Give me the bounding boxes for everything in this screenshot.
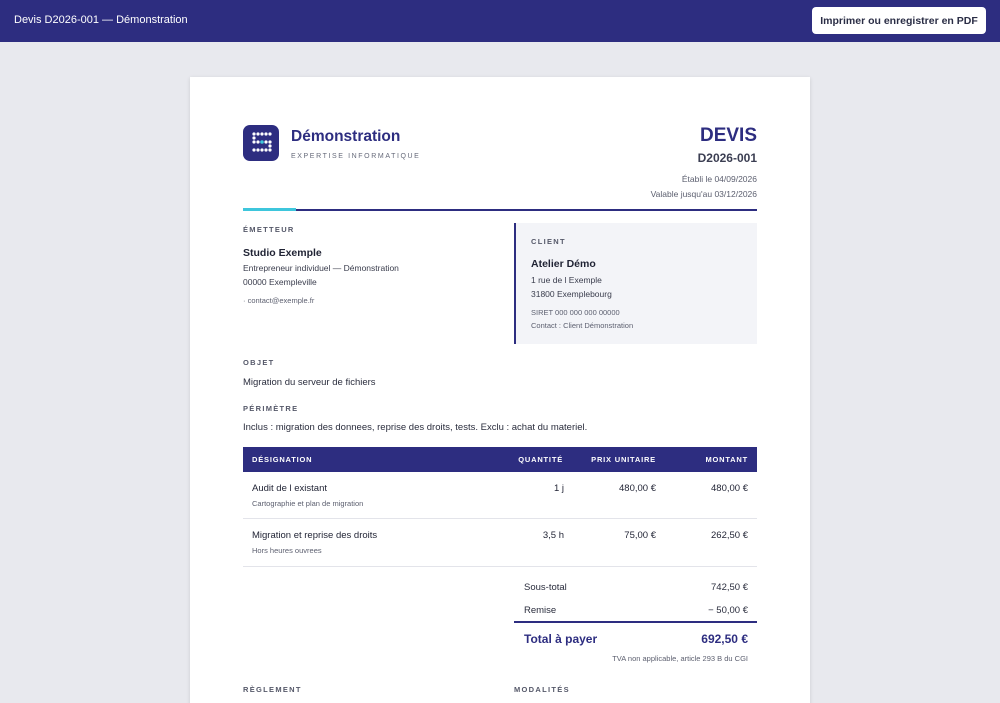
client-name: Atelier Démo (531, 258, 596, 270)
discount-label: Remise (524, 605, 557, 616)
column-header-unit-price: PRIX UNITAIRE (591, 455, 656, 464)
discount-value: − 50,00 € (708, 605, 748, 616)
terms-label: MODALITÉS (514, 685, 570, 694)
validity-date: Valable jusqu'au 03/12/2026 (650, 189, 757, 199)
column-header-quantity: QUANTITÉ (518, 455, 563, 464)
object-text: Migration du serveur de fichiers (243, 377, 376, 388)
header-rule (296, 209, 757, 211)
object-label: OBJET (243, 358, 275, 367)
issue-date: Établi le 04/09/2026 (681, 174, 757, 184)
payment-label: RÈGLEMENT (243, 685, 302, 694)
column-header-designation: DÉSIGNATION (252, 455, 313, 464)
vat-note: TVA non applicable, article 293 B du CGI (612, 654, 748, 663)
top-bar: Devis D2026-001 — Démonstration Imprimer… (0, 0, 1000, 42)
client-street: 1 rue de l Exemple (531, 275, 602, 285)
row-2-amount: 262,50 € (711, 530, 748, 541)
row-2-title: Migration et reprise des droits (252, 530, 378, 541)
document-type: DEVIS (699, 125, 757, 146)
row-2-unit-price: 75,00 € (624, 530, 656, 541)
emitter-contact: · contact@exemple.fr (243, 296, 315, 305)
client-siret: SIRET 000 000 000 00000 (531, 308, 620, 317)
row-separator (243, 566, 757, 567)
emitter-status: Entrepreneur individuel — Démonstration (243, 263, 399, 273)
row-2-subtitle: Hors heures ouvrees (252, 546, 322, 555)
emitter-label: ÉMETTEUR (243, 225, 295, 234)
client-city: 31800 Exemplebourg (531, 289, 612, 299)
header-rule-accent (243, 208, 296, 211)
window-title: Devis D2026-001 — Démonstration (14, 14, 188, 26)
company-name: Démonstration (291, 128, 401, 145)
print-pdf-button[interactable]: Imprimer ou enregistrer en PDF (812, 7, 986, 34)
total-label: Total à payer (524, 632, 598, 646)
scope-label: PÉRIMÈTRE (243, 404, 299, 413)
column-header-amount: MONTANT (705, 455, 748, 464)
row-1-subtitle: Cartographie et plan de migration (252, 499, 364, 508)
total-value: 692,50 € (701, 632, 748, 646)
row-1-unit-price: 480,00 € (619, 483, 656, 494)
document-number: D2026-001 (697, 151, 757, 165)
quote-document: Démonstration EXPERTISE INFORMATIQUE DEV… (190, 77, 810, 703)
subtotal-value: 742,50 € (711, 582, 748, 593)
client-label: CLIENT (531, 237, 566, 246)
scope-text: Inclus : migration des donnees, reprise … (243, 422, 588, 433)
company-logo-icon (243, 125, 279, 161)
row-2-quantity: 3,5 h (542, 530, 564, 541)
table-header (243, 447, 757, 472)
emitter-city: 00000 Exempleville (243, 277, 317, 287)
subtotal-label: Sous-total (524, 582, 567, 593)
total-rule (514, 621, 757, 623)
client-contact: Contact : Client Démonstration (531, 321, 634, 330)
company-tagline: EXPERTISE INFORMATIQUE (291, 153, 421, 160)
row-1-quantity: 1 j (553, 483, 564, 494)
row-1-title: Audit de l existant (252, 483, 327, 494)
emitter-name: Studio Exemple (243, 247, 322, 259)
row-1-amount: 480,00 € (711, 483, 748, 494)
row-separator (243, 518, 757, 519)
